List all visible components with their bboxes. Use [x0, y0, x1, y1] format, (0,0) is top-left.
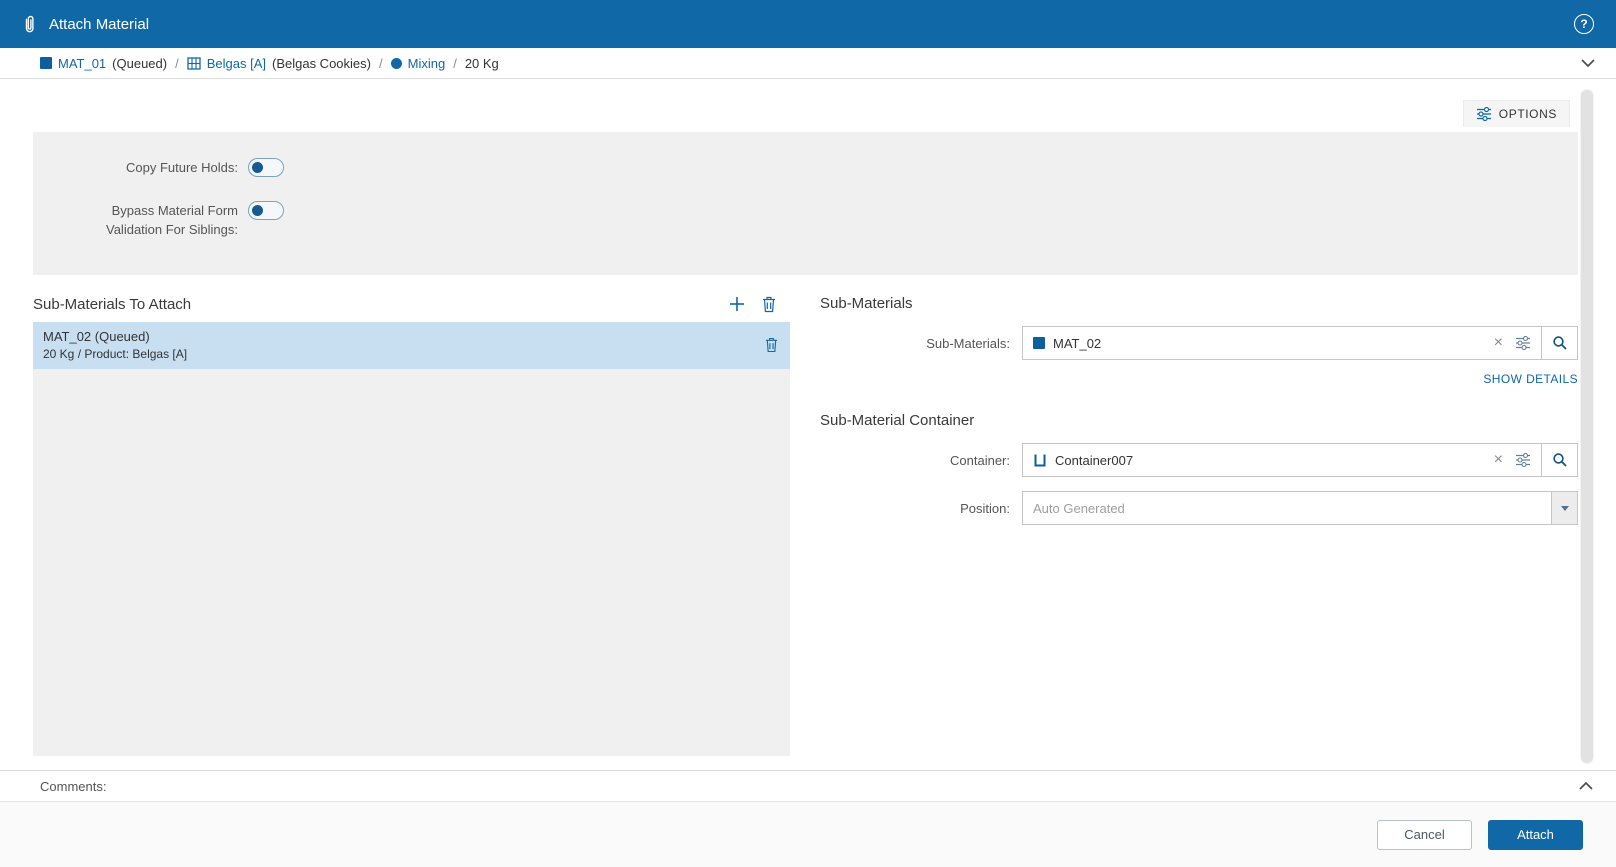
material-icon — [40, 57, 52, 69]
options-panel: Copy Future Holds: Bypass Material Form … — [33, 132, 1578, 275]
attach-button[interactable]: Attach — [1488, 820, 1583, 850]
chevron-down-icon[interactable] — [1580, 57, 1596, 69]
dialog-footer: Cancel Attach — [0, 801, 1616, 867]
breadcrumb-quantity: 20 Kg — [465, 56, 499, 71]
comments-label: Comments: — [40, 779, 106, 794]
scrollbar-thumb[interactable] — [1581, 90, 1593, 763]
sub-materials-field-label: Sub-Materials: — [820, 336, 1022, 351]
trash-icon — [762, 296, 776, 313]
container-value: Container007 — [1055, 453, 1133, 468]
sub-material-container-title: Sub-Material Container — [820, 412, 1578, 429]
sub-materials-title: Sub-Materials — [820, 295, 1578, 312]
details-sliders-icon[interactable] — [1515, 336, 1531, 350]
bypass-validation-label: Bypass Material Form Validation For Sibl… — [33, 201, 238, 239]
sub-materials-value: MAT_02 — [1053, 336, 1101, 351]
breadcrumb-step-link[interactable]: Mixing — [408, 56, 446, 71]
bypass-validation-toggle[interactable] — [248, 201, 284, 220]
dropdown-arrow-icon[interactable] — [1551, 492, 1577, 524]
clear-icon[interactable]: × — [1490, 335, 1507, 351]
container-icon — [1033, 453, 1047, 467]
attach-list-title: Sub-Materials To Attach — [33, 296, 191, 313]
delete-row-button[interactable] — [765, 337, 778, 353]
sub-materials-to-attach-panel: Sub-Materials To Attach MAT_02 (Queued) — [33, 295, 790, 756]
container-field[interactable]: Container007 × — [1022, 443, 1578, 477]
add-button[interactable] — [728, 295, 746, 313]
dialog-content: OPTIONS Copy Future Holds: Bypass Materi… — [0, 79, 1616, 770]
comments-section: Comments: — [0, 770, 1616, 801]
breadcrumb-separator: / — [453, 56, 457, 71]
position-field-label: Position: — [820, 501, 1022, 516]
copy-future-holds-toggle[interactable] — [248, 158, 284, 177]
list-item[interactable]: MAT_02 (Queued) 20 Kg / Product: Belgas … — [33, 322, 790, 369]
sub-materials-panel: Sub-Materials Sub-Materials: MAT_02 × — [820, 295, 1578, 756]
clear-icon[interactable]: × — [1490, 452, 1507, 468]
breadcrumb-separator: / — [379, 56, 383, 71]
breadcrumb-material-state: (Queued) — [112, 56, 167, 71]
help-icon[interactable]: ? — [1574, 14, 1594, 34]
breadcrumb-separator: / — [175, 56, 179, 71]
options-tab-label: OPTIONS — [1499, 107, 1557, 121]
row-subtitle: 20 Kg / Product: Belgas [A] — [43, 346, 765, 363]
show-details-link[interactable]: SHOW DETAILS — [820, 372, 1578, 386]
paperclip-icon — [22, 15, 37, 34]
options-sliders-icon — [1476, 107, 1492, 121]
position-placeholder: Auto Generated — [1033, 501, 1551, 516]
breadcrumb: MAT_01 (Queued) / Belgas [A] (Belgas Coo… — [0, 48, 1616, 79]
details-sliders-icon[interactable] — [1515, 453, 1531, 467]
plus-icon — [728, 295, 746, 313]
breadcrumb-material-link[interactable]: MAT_01 — [58, 56, 106, 71]
position-dropdown[interactable]: Auto Generated — [1022, 491, 1578, 525]
attach-material-dialog: Attach Material ? MAT_01 (Queued) / Belg… — [0, 0, 1616, 867]
vertical-scrollbar[interactable] — [1580, 89, 1594, 764]
search-icon — [1552, 452, 1568, 468]
search-button[interactable] — [1541, 327, 1577, 359]
row-title: MAT_02 (Queued) — [43, 327, 765, 346]
sub-materials-field[interactable]: MAT_02 × — [1022, 326, 1578, 360]
cancel-button[interactable]: Cancel — [1377, 820, 1472, 850]
step-icon — [391, 58, 402, 69]
search-icon — [1552, 335, 1568, 351]
material-icon — [1033, 337, 1045, 349]
search-button[interactable] — [1541, 444, 1577, 476]
options-tab[interactable]: OPTIONS — [1463, 100, 1570, 127]
product-icon — [187, 57, 201, 70]
breadcrumb-product-link[interactable]: Belgas [A] — [207, 56, 266, 71]
attach-list: MAT_02 (Queued) 20 Kg / Product: Belgas … — [33, 322, 790, 756]
page-title: Attach Material — [49, 16, 149, 33]
container-field-label: Container: — [820, 453, 1022, 468]
breadcrumb-product-name: (Belgas Cookies) — [272, 56, 371, 71]
trash-icon — [765, 337, 778, 353]
header-bar: Attach Material ? — [0, 0, 1616, 48]
chevron-up-icon[interactable] — [1578, 780, 1594, 792]
copy-future-holds-label: Copy Future Holds: — [33, 158, 238, 177]
delete-button[interactable] — [762, 296, 776, 313]
